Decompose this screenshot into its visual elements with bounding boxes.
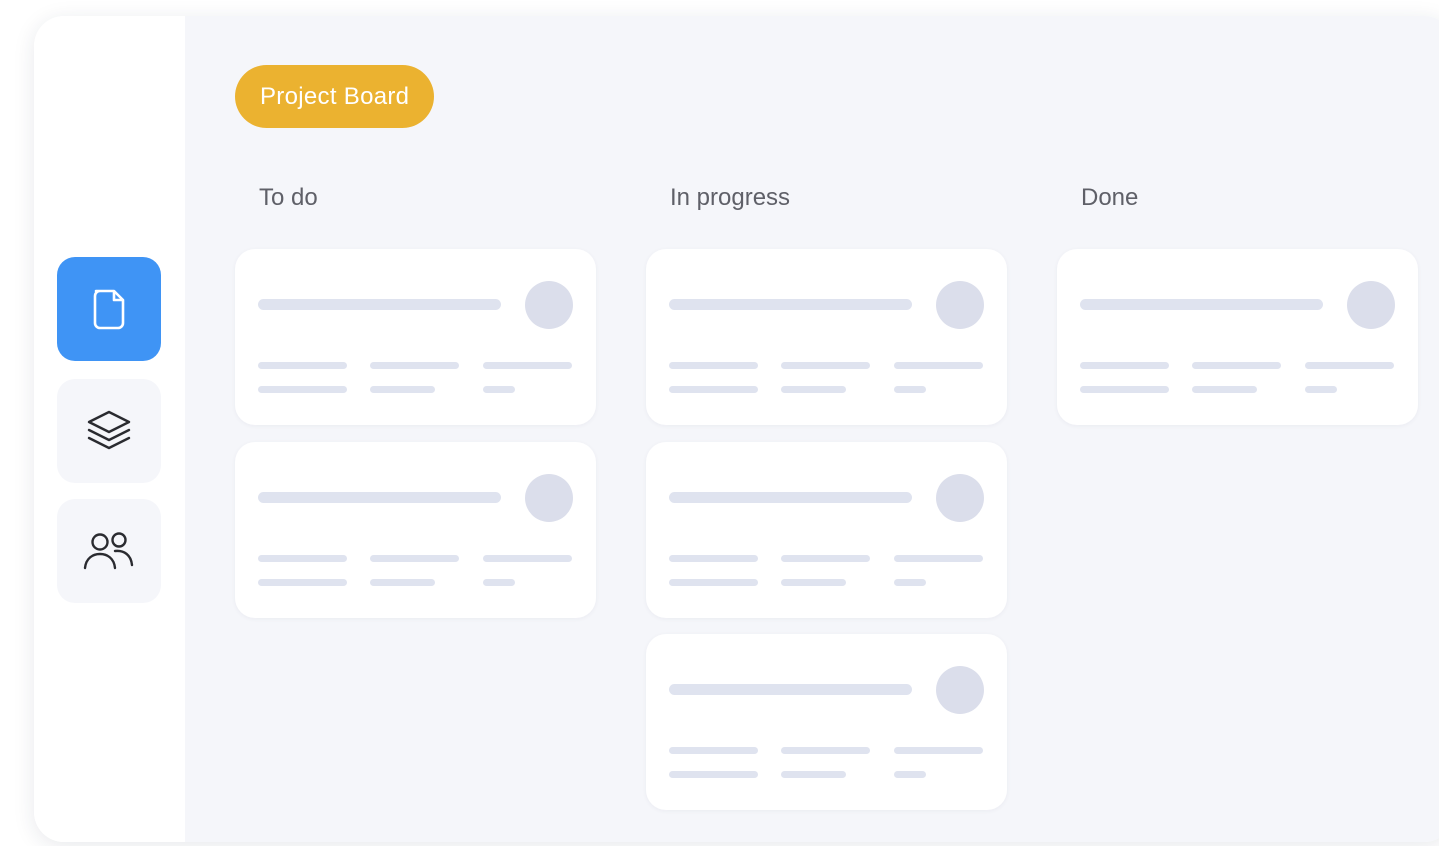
sidebar <box>34 16 185 842</box>
avatar <box>525 474 573 522</box>
meta-line <box>781 747 870 754</box>
meta-line <box>669 579 758 586</box>
meta-line <box>781 771 846 778</box>
task-card[interactable] <box>235 442 596 618</box>
avatar <box>936 666 984 714</box>
task-card[interactable] <box>235 249 596 425</box>
meta-line <box>483 386 515 393</box>
project-board-badge[interactable]: Project Board <box>235 65 435 128</box>
layers-icon <box>82 404 136 458</box>
meta-line <box>370 362 459 369</box>
meta-line <box>258 386 347 393</box>
task-card[interactable] <box>646 249 1007 425</box>
nav-layers-button[interactable] <box>57 379 161 483</box>
meta-line <box>258 555 347 562</box>
meta-line <box>669 771 758 778</box>
meta-line <box>1080 362 1169 369</box>
meta-line <box>781 555 870 562</box>
card-title-placeholder <box>669 684 912 695</box>
task-card[interactable] <box>646 442 1007 618</box>
avatar <box>936 281 984 329</box>
meta-line <box>258 362 347 369</box>
board-area: Project Board To do In progress Done <box>185 16 1439 842</box>
avatar <box>1347 281 1395 329</box>
task-card[interactable] <box>1057 249 1418 425</box>
task-card[interactable] <box>646 634 1007 810</box>
column-title: In progress <box>670 184 791 211</box>
document-icon <box>87 285 131 333</box>
avatar <box>936 474 984 522</box>
meta-line <box>669 386 758 393</box>
meta-line <box>1192 362 1281 369</box>
meta-line <box>669 555 758 562</box>
column-title: To do <box>259 184 318 211</box>
meta-line <box>483 362 572 369</box>
meta-line <box>1192 386 1257 393</box>
app-window: Project Board To do In progress Done <box>34 16 1439 842</box>
meta-line <box>781 579 846 586</box>
column-title: Done <box>1081 184 1139 211</box>
card-title-placeholder <box>258 299 501 310</box>
users-icon <box>81 528 137 574</box>
meta-line <box>894 362 983 369</box>
meta-line <box>669 362 758 369</box>
meta-line <box>894 579 926 586</box>
meta-line <box>894 771 926 778</box>
meta-line <box>894 747 983 754</box>
meta-line <box>894 386 926 393</box>
meta-line <box>781 362 870 369</box>
meta-line <box>370 579 435 586</box>
meta-line <box>894 555 983 562</box>
meta-line <box>1305 362 1394 369</box>
meta-line <box>483 579 515 586</box>
meta-line <box>370 555 459 562</box>
meta-line <box>370 386 435 393</box>
card-title-placeholder <box>669 299 912 310</box>
card-title-placeholder <box>1080 299 1323 310</box>
avatar <box>525 281 573 329</box>
nav-documents-button[interactable] <box>57 257 161 361</box>
meta-line <box>1080 386 1169 393</box>
card-title-placeholder <box>669 492 912 503</box>
card-title-placeholder <box>258 492 501 503</box>
meta-line <box>781 386 846 393</box>
meta-line <box>1305 386 1337 393</box>
meta-line <box>258 579 347 586</box>
meta-line <box>669 747 758 754</box>
meta-line <box>483 555 572 562</box>
nav-team-button[interactable] <box>57 499 161 603</box>
